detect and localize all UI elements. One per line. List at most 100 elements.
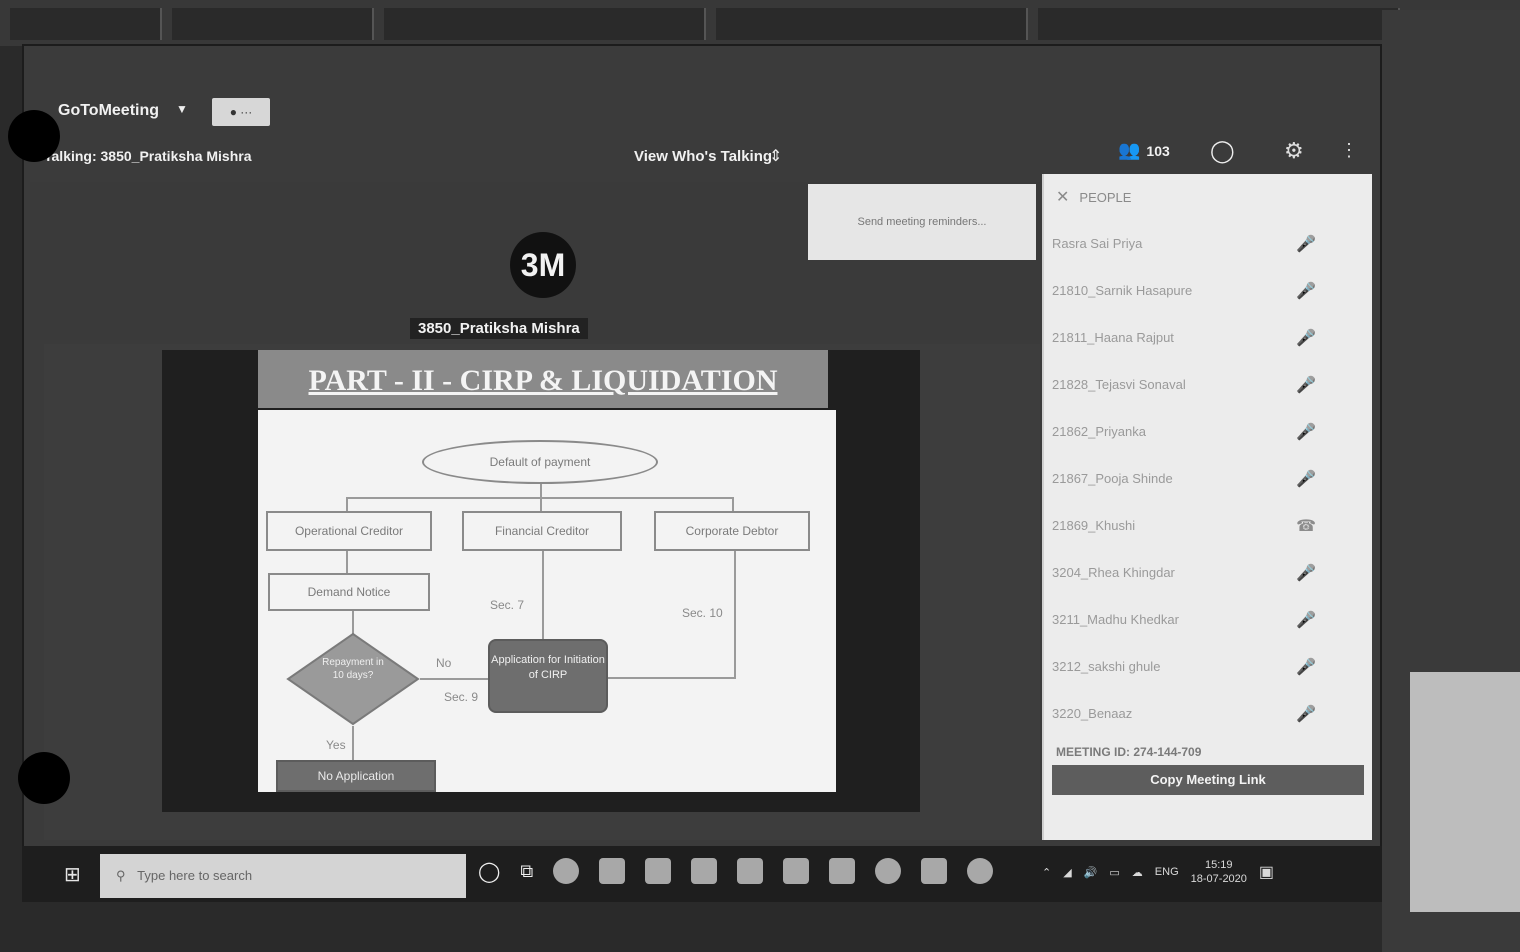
onedrive-icon[interactable]: ☁ bbox=[1132, 866, 1143, 879]
task-view-icon[interactable]: ⧉ bbox=[520, 861, 533, 882]
list-item[interactable]: 3220_Benaaz 🎤 bbox=[1044, 690, 1372, 737]
node-no-application: No Application bbox=[276, 760, 436, 792]
list-item[interactable]: 21869_Khushi ☎ bbox=[1044, 502, 1372, 549]
connector bbox=[732, 497, 734, 511]
list-item[interactable]: 3212_sakshi ghule 🎤 bbox=[1044, 643, 1372, 690]
toggle-icon[interactable]: ⇕ bbox=[769, 146, 782, 166]
app-icon[interactable] bbox=[783, 858, 810, 884]
participant-name: 21867_Pooja Shinde bbox=[1052, 471, 1173, 486]
close-icon[interactable]: ✕ bbox=[1056, 187, 1069, 207]
connector bbox=[346, 497, 348, 511]
list-item[interactable]: 21828_Tejasvi Sonaval 🎤 bbox=[1044, 361, 1372, 408]
mic-muted-icon: 🎤 bbox=[1296, 564, 1316, 582]
panel-header: ✕ PEOPLE bbox=[1044, 174, 1372, 220]
edge-icon[interactable] bbox=[553, 858, 580, 884]
participant-list: Rasra Sai Priya 🎤 21810_Sarnik Hasapure 🎤 … bbox=[1044, 220, 1372, 737]
node-decision: Repayment in 10 days? bbox=[286, 632, 420, 726]
decision-label: Repayment in 10 days? bbox=[322, 657, 384, 681]
window-segment bbox=[10, 8, 162, 40]
chevron-down-icon[interactable]: ▼ bbox=[176, 102, 188, 116]
node-corporate-debtor: Corporate Debtor bbox=[654, 511, 810, 551]
participant-name: 3220_Benaaz bbox=[1052, 706, 1133, 721]
volume-icon[interactable]: 🔊 bbox=[1084, 866, 1098, 879]
node-operational-creditor: Operational Creditor bbox=[266, 511, 432, 551]
list-item[interactable]: Rasra Sai Priya 🎤 bbox=[1044, 220, 1372, 267]
app-icon[interactable] bbox=[921, 858, 948, 884]
mic-muted-icon: 🎤 bbox=[1296, 423, 1316, 441]
list-item[interactable]: 3211_Madhu Khedkar 🎤 bbox=[1044, 596, 1372, 643]
mic-muted-icon: 🎤 bbox=[1296, 611, 1316, 629]
record-button[interactable]: ● ··· bbox=[212, 98, 270, 126]
list-item[interactable]: 21811_Haana Rajput 🎤 bbox=[1044, 314, 1372, 361]
label-no: No bbox=[436, 656, 452, 670]
slide-title: PART - II - CIRP & LIQUIDATION bbox=[308, 364, 778, 397]
people-panel: ✕ PEOPLE Rasra Sai Priya 🎤 21810_Sarnik H… bbox=[1042, 174, 1372, 840]
search-placeholder: Type here to search bbox=[137, 868, 253, 883]
mic-muted-icon: 🎤 bbox=[1296, 376, 1316, 394]
participant-name: 21869_Khushi bbox=[1052, 518, 1136, 533]
talking-label: Talking: 3850_Pratiksha Mishra bbox=[44, 148, 252, 164]
participant-name: 21862_Priyanka bbox=[1052, 424, 1146, 439]
top-window-strip bbox=[0, 0, 1520, 46]
webcam-icon[interactable]: ◯ bbox=[1210, 138, 1235, 164]
more-options-icon[interactable]: ⋮ bbox=[1340, 140, 1358, 161]
label-sec10: Sec. 10 bbox=[682, 606, 723, 620]
mic-muted-icon: 🎤 bbox=[1296, 658, 1316, 676]
participant-name: 21828_Tejasvi Sonaval bbox=[1052, 377, 1186, 392]
phone-icon: ☎ bbox=[1296, 517, 1316, 535]
people-icon: 👥 bbox=[1118, 140, 1141, 160]
list-item[interactable]: 21862_Priyanka 🎤 bbox=[1044, 408, 1372, 455]
participant-name: 3204_Rhea Khingdar bbox=[1052, 565, 1175, 580]
meeting-id: MEETING ID: 274-144-709 bbox=[1056, 745, 1202, 759]
mic-muted-icon: 🎤 bbox=[1296, 282, 1316, 300]
clock-time: 15:19 bbox=[1205, 859, 1233, 871]
battery-icon[interactable]: ▭ bbox=[1109, 866, 1119, 879]
speaker-name-tag: 3850_Pratiksha Mishra bbox=[410, 318, 588, 339]
taskbar-search-input[interactable]: ⚲ Type here to search bbox=[100, 854, 466, 898]
app-icon[interactable] bbox=[645, 858, 672, 884]
list-item[interactable]: 3204_Rhea Khingdar 🎤 bbox=[1044, 549, 1372, 596]
chrome-icon[interactable] bbox=[875, 858, 902, 884]
file-explorer-icon[interactable] bbox=[599, 858, 626, 884]
clock[interactable]: 15:19 18-07-2020 bbox=[1191, 858, 1247, 886]
list-item[interactable]: 21810_Sarnik Hasapure 🎤 bbox=[1044, 267, 1372, 314]
window-segment bbox=[1038, 8, 1400, 40]
participant-name: Rasra Sai Priya bbox=[1052, 236, 1143, 251]
mic-muted-icon: 🎤 bbox=[1296, 470, 1316, 488]
gear-icon[interactable]: ⚙ bbox=[1284, 138, 1304, 164]
participant-name: 21811_Haana Rajput bbox=[1052, 330, 1174, 345]
slide-title-bar: PART - II - CIRP & LIQUIDATION bbox=[258, 350, 828, 408]
participant-count: 103 bbox=[1146, 142, 1170, 159]
network-icon[interactable]: ◢ bbox=[1063, 866, 1071, 879]
window-segment bbox=[172, 8, 374, 40]
copy-meeting-link-button[interactable]: Copy Meeting Link bbox=[1052, 765, 1364, 795]
window-segment bbox=[384, 8, 706, 40]
store-icon[interactable] bbox=[691, 858, 718, 884]
app-icon[interactable] bbox=[737, 858, 764, 884]
meeting-title[interactable]: GoToMeeting bbox=[58, 102, 159, 120]
paper-sheet bbox=[1410, 672, 1520, 912]
notification-icon[interactable]: ▣ bbox=[1259, 862, 1274, 882]
list-item[interactable]: 21867_Pooja Shinde 🎤 bbox=[1044, 455, 1372, 502]
panel-title: PEOPLE bbox=[1079, 189, 1132, 205]
mic-muted-icon: 🎤 bbox=[1296, 329, 1316, 347]
windows-start-icon[interactable]: ⊞ bbox=[64, 862, 81, 887]
participants-button[interactable]: 👥 103 bbox=[1118, 140, 1170, 161]
language-indicator[interactable]: ENG bbox=[1155, 866, 1179, 878]
connector bbox=[608, 677, 736, 679]
chevron-up-icon[interactable]: ⌃ bbox=[1042, 866, 1051, 879]
mic-muted-icon: 🎤 bbox=[1296, 235, 1316, 253]
notification-toast[interactable]: Send meeting reminders... bbox=[808, 184, 1036, 260]
node-financial-creditor: Financial Creditor bbox=[462, 511, 622, 551]
view-whos-talking-button[interactable]: View Who's Talking bbox=[634, 148, 772, 165]
connector bbox=[540, 484, 542, 498]
node-application-cirp: Application for Initiation of CIRP bbox=[488, 639, 608, 713]
gotomeeting-icon[interactable] bbox=[967, 858, 994, 884]
app-icon[interactable] bbox=[829, 858, 856, 884]
window-segment bbox=[716, 8, 1028, 40]
connector bbox=[352, 726, 354, 760]
cortana-icon[interactable]: ◯ bbox=[478, 859, 500, 884]
binder-hole bbox=[18, 752, 70, 804]
participant-name: 3211_Madhu Khedkar bbox=[1052, 612, 1179, 627]
label-sec9: Sec. 9 bbox=[444, 690, 479, 704]
